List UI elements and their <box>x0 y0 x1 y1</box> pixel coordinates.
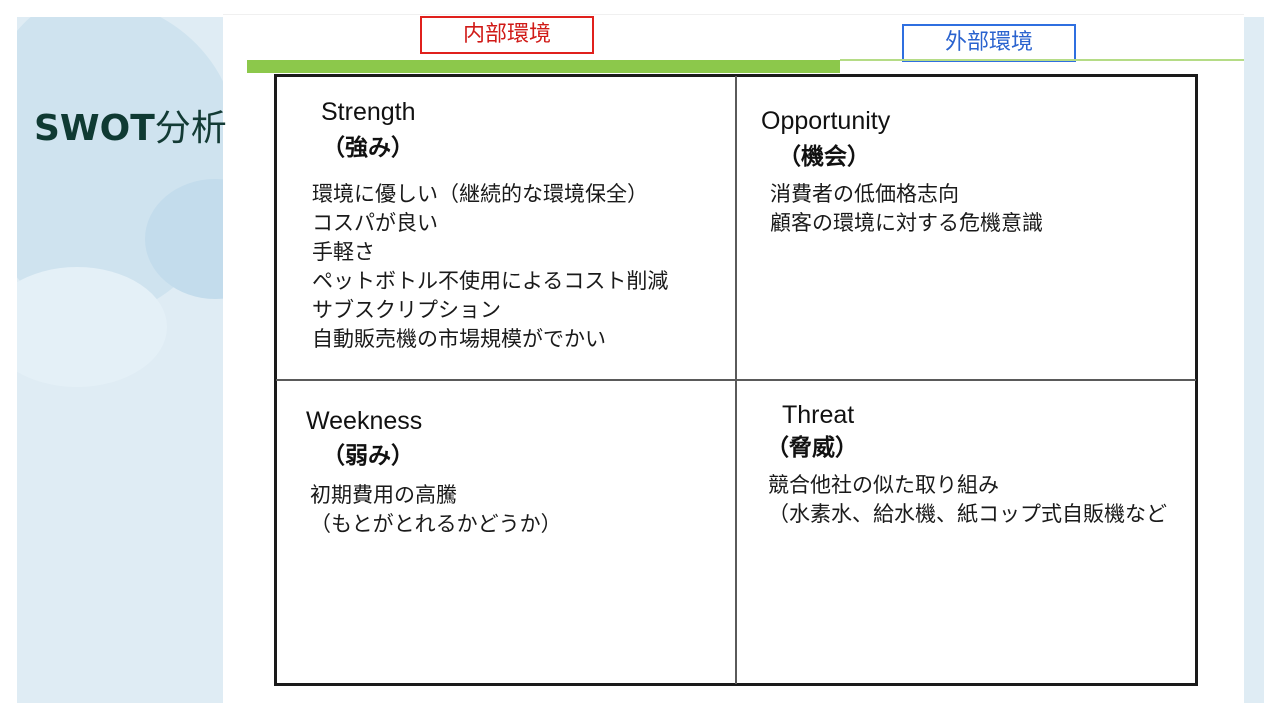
list-item: ペットボトル不使用によるコスト削減 <box>312 269 669 293</box>
external-environment-label: 外部環境 <box>902 24 1076 62</box>
strength-title: Strength <box>321 98 416 126</box>
list-item: 顧客の環境に対する危機意識 <box>770 211 1043 235</box>
slide-title-en: SWOT <box>34 108 155 149</box>
internal-environment-label: 内部環境 <box>420 16 594 54</box>
opportunity-list: 消費者の低価格志向 顧客の環境に対する危機意識 <box>770 180 1043 238</box>
list-item: 競合他社の似た取り組み <box>768 473 999 497</box>
grid-horizontal-divider <box>276 379 1196 381</box>
opportunity-subtitle: （機会） <box>778 144 870 170</box>
weakness-title: Weekness <box>306 407 423 435</box>
list-item: 手軽さ <box>312 240 375 264</box>
list-item: サブスクリプション <box>312 298 501 322</box>
internal-accent-bar <box>247 60 840 73</box>
list-item: 消費者の低価格志向 <box>770 182 959 206</box>
slide-title: SWOT分析 <box>34 104 227 154</box>
list-item: （水素水、給水機、紙コップ式自販機など <box>768 502 1167 526</box>
list-item: 環境に優しい（継続的な環境保全） <box>312 182 648 206</box>
right-decorative-strip <box>1244 17 1264 703</box>
threat-subtitle: （脅威） <box>766 435 858 461</box>
threat-title: Threat <box>782 401 855 429</box>
list-item: 自動販売機の市場規模がでかい <box>312 327 606 351</box>
strength-list: 環境に優しい（継続的な環境保全） コスパが良い 手軽さ ペットボトル不使用による… <box>312 180 668 354</box>
slide: SWOT分析 内部環境 外部環境 Strength （強み） 環境に優しい（継続… <box>0 0 1280 720</box>
top-divider <box>223 14 1244 15</box>
list-item: （もとがとれるかどうか） <box>310 512 562 536</box>
list-item: 初期費用の高騰 <box>310 483 457 507</box>
external-accent-line <box>840 59 1244 61</box>
strength-subtitle: （強み） <box>322 135 414 161</box>
threat-list: 競合他社の似た取り組み （水素水、給水機、紙コップ式自販機など <box>768 471 1168 529</box>
slide-title-jp: 分析 <box>154 108 227 149</box>
opportunity-title: Opportunity <box>761 107 891 135</box>
weakness-list: 初期費用の高騰 （もとがとれるかどうか） <box>310 481 562 539</box>
list-item: コスパが良い <box>312 211 438 235</box>
weakness-subtitle: （弱み） <box>322 443 414 469</box>
